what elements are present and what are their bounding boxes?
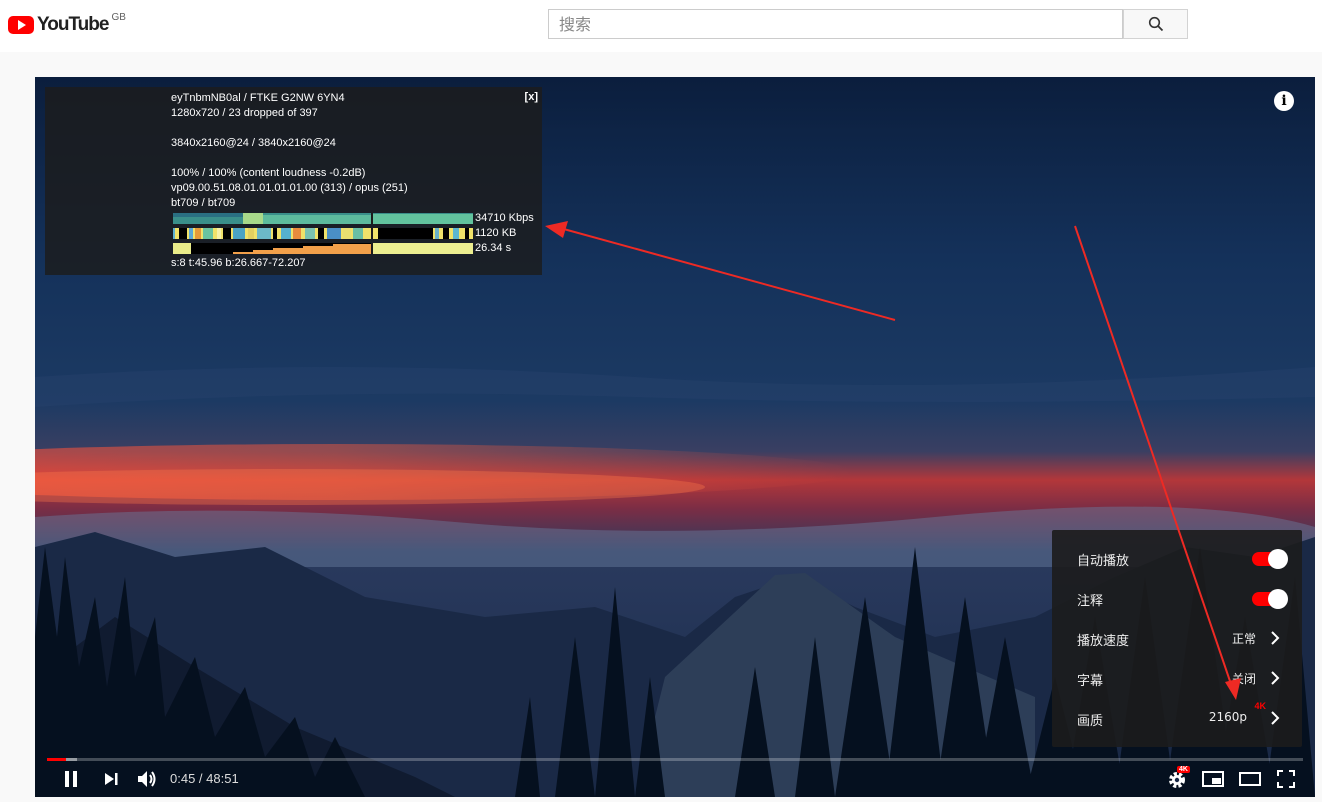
stats-value: bt709 / bt709: [171, 197, 236, 209]
stats-value: 3840x2160@24 / 3840x2160@24: [171, 137, 336, 149]
country-code: GB: [111, 11, 126, 23]
stats-value: s:8 t:45.96 b:26.667-72.207: [171, 257, 306, 269]
chevron-right-icon: [1271, 671, 1280, 685]
masthead: YouTube GB: [0, 0, 1322, 52]
stats-value: 34710 Kbps: [475, 212, 534, 224]
stats-value: vp09.00.51.08.01.01.01.01.00 (313) / opu…: [171, 182, 408, 194]
search-button[interactable]: [1123, 9, 1188, 39]
search-icon: [1148, 16, 1163, 32]
settings-item-playback-speed[interactable]: 播放速度 正常: [1052, 618, 1302, 658]
logo-wordmark: YouTube: [37, 14, 109, 35]
chevron-right-icon: [1271, 631, 1280, 645]
pause-button[interactable]: [61, 768, 81, 790]
stats-for-nerds-panel: [x] Video ID / sCPN eyTnbmNB0al / FTKE G…: [45, 87, 542, 275]
settings-4k-badge: 4K: [1177, 766, 1190, 773]
settings-item-label: 播放速度: [1077, 634, 1130, 649]
youtube-play-icon: [8, 16, 34, 34]
settings-item-quality[interactable]: 画质 2160p 4K: [1052, 698, 1302, 738]
settings-item-subtitles[interactable]: 字幕 关闭: [1052, 658, 1302, 698]
settings-button[interactable]: 4K: [1166, 766, 1190, 790]
settings-item-label: 自动播放: [1077, 554, 1130, 569]
stats-value: 100% / 100% (content loudness -0.2dB): [171, 167, 366, 179]
settings-menu: 自动播放 注释 播放速度 正常 字幕 关闭 画质 2160p 4K: [1052, 530, 1302, 747]
connection-speed-graph: [173, 213, 473, 224]
annotations-toggle[interactable]: [1252, 588, 1288, 609]
volume-button[interactable]: [135, 768, 159, 790]
stats-value: eyTnbmNB0al / FTKE G2NW 6YN4: [171, 92, 345, 104]
youtube-logo[interactable]: YouTube GB: [8, 12, 126, 38]
time-display: 0:45 / 48:51: [170, 771, 239, 786]
video-player[interactable]: [x] Video ID / sCPN eyTnbmNB0al / FTKE G…: [35, 77, 1315, 797]
settings-item-autoplay[interactable]: 自动播放: [1052, 538, 1302, 578]
fullscreen-button[interactable]: [1274, 768, 1298, 790]
settings-item-value: 关闭: [1231, 672, 1256, 686]
stats-value: 1280x720 / 23 dropped of 397: [171, 107, 318, 119]
stats-value: 26.34 s: [475, 242, 512, 254]
fullscreen-icon: [1277, 770, 1295, 788]
settings-item-label: 字幕: [1077, 674, 1104, 689]
autoplay-toggle[interactable]: [1252, 548, 1288, 569]
chevron-right-icon: [1271, 711, 1280, 725]
search-input[interactable]: [549, 10, 1122, 38]
settings-item-label: 注释: [1077, 594, 1104, 609]
buffer-health-graph: [173, 243, 473, 254]
quality-4k-badge: 4K: [1254, 701, 1266, 711]
next-icon: [105, 773, 118, 785]
network-activity-graph: [173, 228, 473, 239]
stats-value: 1120 KB: [475, 227, 517, 239]
volume-icon: [138, 771, 156, 787]
progress-played: [47, 758, 66, 761]
settings-item-value: 正常: [1231, 632, 1256, 646]
settings-item-annotations[interactable]: 注释: [1052, 578, 1302, 618]
search-box[interactable]: [548, 9, 1123, 39]
stats-close-button[interactable]: [x]: [525, 91, 538, 103]
miniplayer-icon: [1202, 771, 1224, 787]
theater-mode-icon: [1239, 772, 1261, 786]
next-button[interactable]: [101, 768, 121, 790]
miniplayer-button[interactable]: [1201, 768, 1225, 790]
settings-item-value: 2160p: [1208, 710, 1247, 724]
settings-item-label: 画质: [1077, 714, 1104, 729]
theater-mode-button[interactable]: [1238, 768, 1262, 790]
info-icon[interactable]: i: [1274, 91, 1294, 111]
pause-icon: [65, 771, 77, 787]
progress-bar[interactable]: [47, 758, 1303, 761]
